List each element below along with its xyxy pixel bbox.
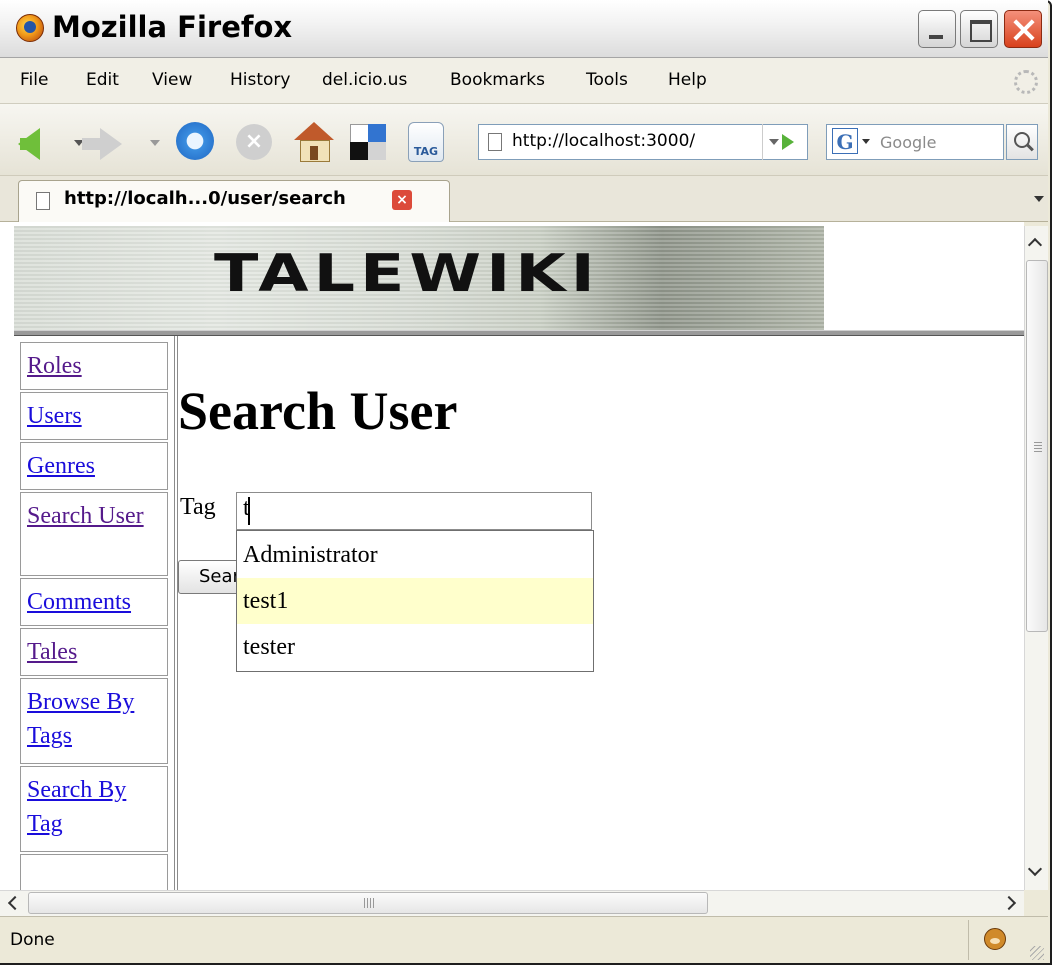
sidebar-item-roles: Roles (20, 342, 168, 390)
tag-label: Tag (180, 494, 216, 520)
sidebar-item-tales: Tales (20, 628, 168, 676)
grip-icon (364, 898, 376, 908)
sidebar-link-comments[interactable]: Comments (27, 589, 131, 615)
sidebar-item-comments: Comments (20, 578, 168, 626)
scroll-left-icon[interactable] (2, 892, 24, 914)
suggestion-item[interactable]: tester (237, 624, 593, 670)
scroll-right-icon[interactable] (1000, 892, 1022, 914)
search-input[interactable]: Google (880, 133, 936, 152)
forward-history-dropdown[interactable] (150, 140, 160, 146)
resize-grip-icon[interactable] (1030, 946, 1044, 960)
sidebar-link-search-by-tag[interactable]: Search By Tag (27, 777, 126, 837)
window-title: Mozilla Firefox (52, 10, 293, 44)
search-icon[interactable] (1006, 124, 1038, 160)
menu-view[interactable]: View (152, 70, 192, 90)
scroll-up-icon[interactable] (1026, 230, 1046, 256)
close-icon[interactable]: × (392, 190, 412, 210)
tab-list-dropdown[interactable] (1034, 196, 1044, 202)
sidebar-item-users: Users (20, 392, 168, 440)
tag-input[interactable]: t (236, 492, 592, 530)
status-bar (0, 916, 1048, 963)
throbber-icon (1014, 70, 1038, 94)
sidebar-item-browse-by-tags: Browse By Tags (20, 678, 168, 764)
google-icon[interactable]: G (832, 128, 858, 154)
go-icon[interactable] (782, 134, 794, 150)
menu-edit[interactable]: Edit (86, 70, 119, 90)
page-icon (36, 192, 50, 210)
sidebar-item-search-user: Search User (20, 492, 168, 576)
search-engine-dropdown[interactable] (862, 139, 870, 144)
home-icon[interactable] (294, 122, 334, 162)
forward-icon[interactable] (82, 128, 122, 160)
menu-bookmarks[interactable]: Bookmarks (450, 70, 545, 90)
close-window-button[interactable] (1004, 10, 1042, 48)
grip-icon (1034, 440, 1042, 452)
menu-help[interactable]: Help (668, 70, 707, 90)
url-input[interactable]: http://localhost:3000/ (512, 131, 695, 151)
sidebar-item-genres: Genres (20, 442, 168, 490)
sidebar-item-empty (20, 854, 168, 894)
page-title: Search User (178, 381, 458, 441)
minimize-button[interactable] (918, 10, 956, 48)
sidebar-link-browse-by-tags[interactable]: Browse By Tags (27, 689, 134, 749)
tag-icon[interactable]: TAG (408, 122, 444, 162)
sidebar-link-genres[interactable]: Genres (27, 453, 95, 479)
sidebar-link-users[interactable]: Users (27, 403, 82, 429)
maximize-button[interactable] (960, 10, 998, 48)
text-caret (248, 497, 250, 525)
delicious-icon[interactable] (350, 124, 386, 160)
menu-delicious[interactable]: del.icio.us (322, 70, 407, 90)
status-text: Done (10, 930, 55, 950)
sidebar-link-roles[interactable]: Roles (27, 353, 82, 379)
menu-file[interactable]: File (20, 70, 48, 90)
scroll-down-icon[interactable] (1026, 860, 1046, 886)
sidebar-link-tales[interactable]: Tales (27, 639, 77, 665)
sidebar-link-search-user[interactable]: Search User (27, 503, 144, 529)
monkey-icon[interactable] (984, 928, 1006, 950)
reload-icon[interactable] (176, 122, 214, 160)
menu-history[interactable]: History (230, 70, 290, 90)
firefox-logo-icon (16, 14, 44, 42)
site-logo-text: TALEWIKI (214, 244, 600, 304)
sidebar-item-search-by-tag: Search By Tag (20, 766, 168, 852)
status-divider (968, 920, 969, 960)
back-icon[interactable] (18, 128, 40, 160)
stop-icon[interactable]: × (236, 124, 272, 160)
tab-title[interactable]: http://localh...0/user/search (64, 188, 346, 209)
page-icon (488, 133, 502, 151)
menu-tools[interactable]: Tools (586, 70, 628, 90)
suggestion-item-selected[interactable]: test1 (237, 578, 593, 624)
suggestion-item[interactable]: Administrator (237, 532, 593, 578)
